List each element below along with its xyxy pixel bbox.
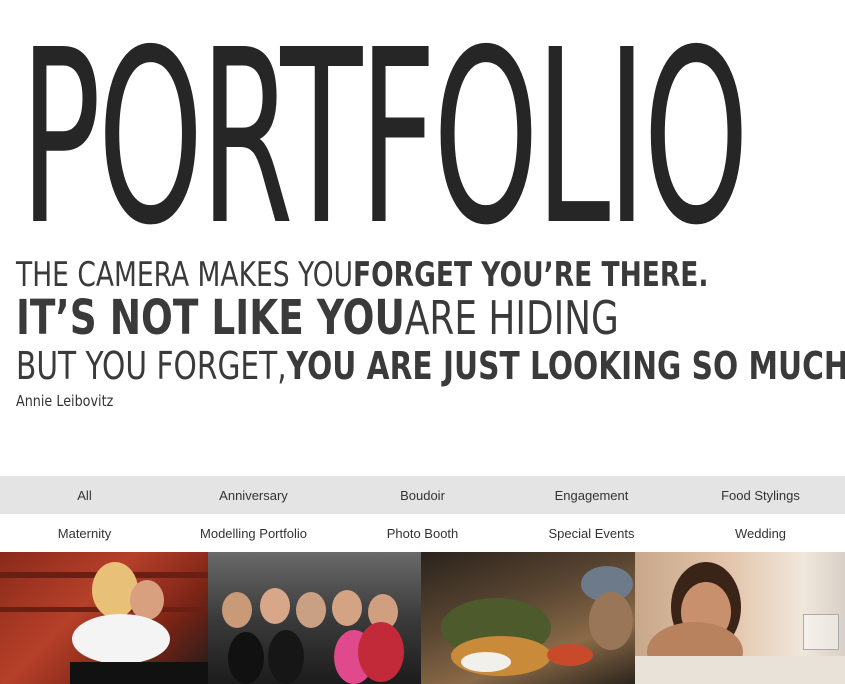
filter-wedding[interactable]: Wedding <box>676 526 845 541</box>
filter-food-stylings[interactable]: Food Stylings <box>676 488 845 503</box>
filter-row-1: All Anniversary Boudoir Engagement Food … <box>0 476 845 514</box>
filter-engagement[interactable]: Engagement <box>507 488 676 503</box>
filter-photo-booth[interactable]: Photo Booth <box>338 526 507 541</box>
quote-line-3-bold: YOU ARE JUST LOOKING SO MUCH. <box>286 344 845 388</box>
gallery-image-model-portrait[interactable] <box>635 552 845 684</box>
quote-line-2-bold: IT’S NOT LIKE YOU <box>16 290 405 346</box>
portfolio-page: PORTFOLIO THE CAMERA MAKES YOU FORGET YO… <box>0 0 845 684</box>
quote-line-1-thin: THE CAMERA MAKES YOU <box>16 255 354 295</box>
quote-author: Annie Leibovitz <box>16 392 114 410</box>
portfolio-filters: All Anniversary Boudoir Engagement Food … <box>0 476 845 552</box>
page-title: PORTFOLIO <box>20 0 749 278</box>
gallery-image-food-styling[interactable] <box>421 552 635 684</box>
quote-line-2-thin: ARE HIDING <box>404 291 619 345</box>
filter-boudoir[interactable]: Boudoir <box>338 488 507 503</box>
filter-all[interactable]: All <box>0 488 169 503</box>
quote-line-3-thin: BUT YOU FORGET, <box>16 344 287 388</box>
portfolio-gallery <box>0 552 845 684</box>
gallery-image-engagement-couple[interactable] <box>0 552 208 684</box>
filter-row-2: Maternity Modelling Portfolio Photo Boot… <box>0 514 845 552</box>
quote-line-3: BUT YOU FORGET, YOU ARE JUST LOOKING SO … <box>16 344 845 388</box>
gallery-image-photo-booth[interactable] <box>208 552 421 684</box>
quote-line-1-bold: FORGET YOU’RE THERE. <box>353 255 709 295</box>
filter-modelling-portfolio[interactable]: Modelling Portfolio <box>169 526 338 541</box>
filter-anniversary[interactable]: Anniversary <box>169 488 338 503</box>
quote-line-1: THE CAMERA MAKES YOU FORGET YOU’RE THERE… <box>16 256 796 294</box>
quote-block: THE CAMERA MAKES YOU FORGET YOU’RE THERE… <box>16 256 845 410</box>
filter-special-events[interactable]: Special Events <box>507 526 676 541</box>
quote-line-2: IT’S NOT LIKE YOUARE HIDING <box>16 292 796 344</box>
filter-maternity[interactable]: Maternity <box>0 526 169 541</box>
